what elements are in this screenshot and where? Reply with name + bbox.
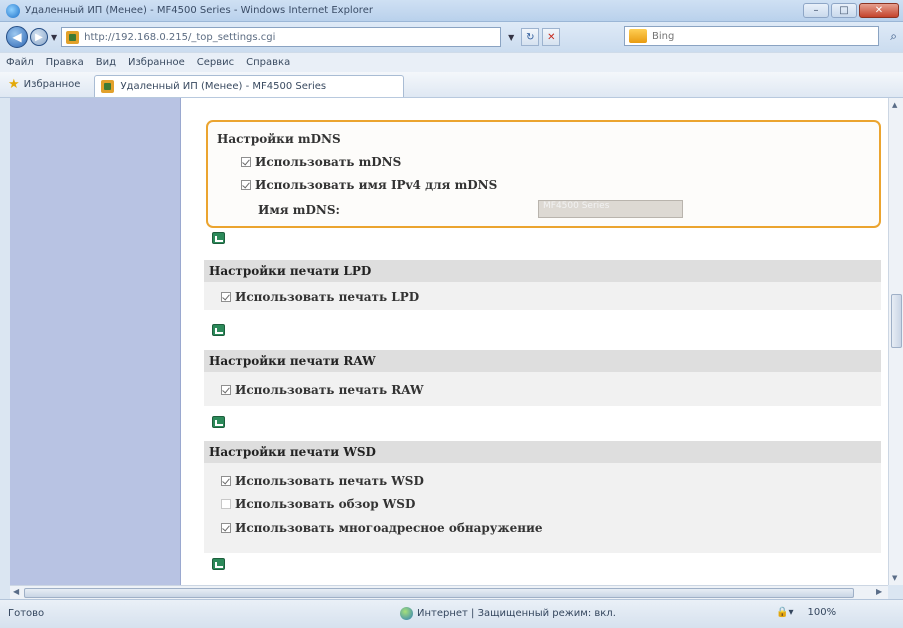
menu-bar: Файл Правка Вид Избранное Сервис Справка xyxy=(0,52,903,72)
search-icon[interactable]: ⌕ xyxy=(890,29,897,44)
vertical-scrollbar[interactable]: ▲ ▼ xyxy=(888,98,903,585)
go-top-icon[interactable] xyxy=(212,558,225,570)
browser-tab[interactable]: Удаленный ИП (Менее) - MF4500 Series xyxy=(94,75,405,97)
go-top-icon[interactable] xyxy=(212,232,225,244)
mdns-name-label: Имя mDNS: xyxy=(258,203,340,217)
url-buttons: ▼ ↻ ✕ xyxy=(505,27,561,47)
status-text: Готово xyxy=(8,608,45,619)
horizontal-scrollbar[interactable]: ◀ ▶ xyxy=(10,585,888,599)
url-field[interactable]: http://192.168.0.215/_top_settings.cgi xyxy=(61,27,502,47)
address-toolbar: ◀ ▶ ▼ http://192.168.0.215/_top_settings… xyxy=(0,22,903,52)
go-top-icon[interactable] xyxy=(212,324,225,336)
scroll-left-icon[interactable]: ◀ xyxy=(13,587,19,596)
search-field[interactable] xyxy=(624,26,879,46)
left-navigation-panel xyxy=(10,98,181,585)
security-dropdown-icon[interactable]: 🔒▾ xyxy=(776,607,793,618)
use-wsd-label: Использовать печать WSD xyxy=(235,474,424,488)
refresh-icon: ↻ xyxy=(526,31,535,43)
wsd-section-body: Использовать печать WSD Использовать обз… xyxy=(204,463,881,553)
tab-title: Удаленный ИП (Менее) - MF4500 Series xyxy=(120,81,327,92)
menu-view[interactable]: Вид xyxy=(96,57,116,68)
window-title-bar: Удаленный ИП (Менее) - MF4500 Series - W… xyxy=(0,0,903,22)
favorites-button[interactable]: ★ Избранное xyxy=(4,73,88,95)
favorites-tab-bar: ★ Избранное Удаленный ИП (Менее) - MF450… xyxy=(0,72,903,98)
use-raw-checkbox[interactable] xyxy=(221,385,231,395)
use-ipv4-name-row: Использовать имя IPv4 для mDNS xyxy=(241,178,497,192)
lpd-section-title: Настройки печати LPD xyxy=(204,260,881,282)
security-zone[interactable]: Интернет | Защищенный режим: вкл. xyxy=(400,607,616,620)
ie-logo-icon xyxy=(6,3,20,18)
horizontal-scroll-thumb[interactable] xyxy=(24,588,854,598)
use-wsd-browse-checkbox[interactable] xyxy=(221,499,231,509)
lpd-section-body: Использовать печать LPD xyxy=(204,282,881,310)
scroll-down-icon[interactable]: ▼ xyxy=(892,574,897,582)
window-title: Удаленный ИП (Менее) - MF4500 Series - W… xyxy=(25,5,373,16)
menu-favorites[interactable]: Избранное xyxy=(128,57,185,68)
forward-arrow-icon: ▶ xyxy=(35,31,43,43)
go-top-icon[interactable] xyxy=(212,416,225,428)
use-lpd-label: Использовать печать LPD xyxy=(235,290,420,304)
back-arrow-icon: ◀ xyxy=(12,30,22,44)
maximize-button[interactable]: □ xyxy=(831,3,857,18)
globe-icon xyxy=(400,607,413,620)
vertical-scroll-thumb[interactable] xyxy=(891,294,902,348)
scroll-up-icon[interactable]: ▲ xyxy=(892,101,897,109)
use-multicast-checkbox[interactable] xyxy=(221,523,231,533)
raw-section-body: Использовать печать RAW xyxy=(204,372,881,406)
raw-section-title: Настройки печати RAW xyxy=(204,350,881,372)
use-ipv4-name-checkbox[interactable] xyxy=(241,180,251,190)
bing-logo-icon xyxy=(629,29,647,43)
menu-help[interactable]: Справка xyxy=(246,57,290,68)
use-mdns-label: Использовать mDNS xyxy=(255,155,402,169)
stop-button[interactable]: ✕ xyxy=(542,28,561,46)
tab-favicon-icon xyxy=(101,80,115,93)
mdns-name-field[interactable]: MF4500 Series xyxy=(538,200,683,218)
minimize-button[interactable]: – xyxy=(803,3,829,18)
use-raw-row: Использовать печать RAW xyxy=(221,383,423,397)
window-controls: – □ ✕ xyxy=(803,3,899,18)
mdns-title: Настройки mDNS xyxy=(217,132,341,146)
favorites-label: Избранное xyxy=(23,78,81,90)
url-dropdown-icon[interactable]: ▼ xyxy=(508,33,514,42)
settings-main: Настройки mDNS Использовать mDNS Использ… xyxy=(196,98,881,585)
security-zone-text: Интернет | Защищенный режим: вкл. xyxy=(417,608,616,619)
history-dropdown-icon[interactable]: ▼ xyxy=(51,33,57,42)
use-mdns-checkbox[interactable] xyxy=(241,157,251,167)
use-wsd-row: Использовать печать WSD xyxy=(221,474,424,488)
use-multicast-label: Использовать многоадресное обнаружение xyxy=(235,521,543,535)
use-ipv4-name-label: Использовать имя IPv4 для mDNS xyxy=(255,178,498,192)
use-lpd-row: Использовать печать LPD xyxy=(221,290,419,304)
use-raw-label: Использовать печать RAW xyxy=(235,383,424,397)
use-wsd-browse-row: Использовать обзор WSD xyxy=(221,497,415,511)
menu-file[interactable]: Файл xyxy=(6,57,34,68)
close-button[interactable]: ✕ xyxy=(859,3,899,18)
zoom-level[interactable]: 100% xyxy=(807,607,836,618)
refresh-button[interactable]: ↻ xyxy=(521,28,540,46)
scroll-right-icon[interactable]: ▶ xyxy=(876,587,882,596)
use-lpd-checkbox[interactable] xyxy=(221,292,231,302)
use-wsd-checkbox[interactable] xyxy=(221,476,231,486)
stop-icon: ✕ xyxy=(547,31,556,43)
use-wsd-browse-label: Использовать обзор WSD xyxy=(235,497,416,511)
forward-button[interactable]: ▶ xyxy=(30,28,48,46)
search-input[interactable] xyxy=(652,30,852,42)
site-favicon-icon xyxy=(66,30,80,44)
use-mdns-row: Использовать mDNS xyxy=(241,155,401,169)
page-content: Настройки mDNS Использовать mDNS Использ… xyxy=(10,98,888,585)
mdns-settings-box: Настройки mDNS Использовать mDNS Использ… xyxy=(206,120,881,228)
status-bar: Готово Интернет | Защищенный режим: вкл.… xyxy=(0,599,903,628)
menu-tools[interactable]: Сервис xyxy=(197,57,234,68)
back-button[interactable]: ◀ xyxy=(6,26,28,48)
status-right-controls: 🔒▾ 100% xyxy=(776,607,836,618)
wsd-section-title: Настройки печати WSD xyxy=(204,441,881,463)
url-text[interactable]: http://192.168.0.215/_top_settings.cgi xyxy=(84,32,275,43)
menu-edit[interactable]: Правка xyxy=(46,57,84,68)
use-multicast-row: Использовать многоадресное обнаружение xyxy=(221,521,543,535)
star-icon: ★ xyxy=(8,76,20,92)
